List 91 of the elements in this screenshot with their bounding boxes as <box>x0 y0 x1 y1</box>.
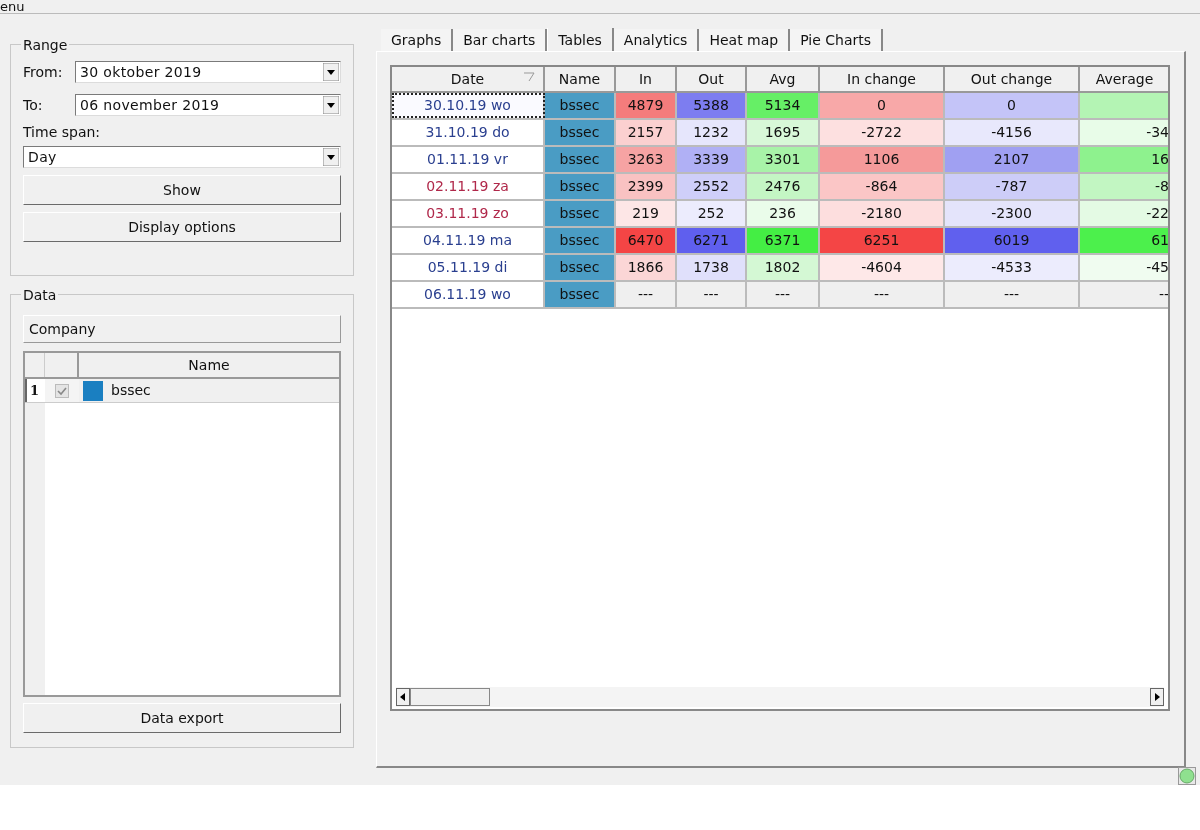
dropdown-arrow-icon[interactable] <box>323 63 339 81</box>
scroll-left-icon[interactable] <box>396 688 410 706</box>
table-cell: 2476 <box>747 174 820 199</box>
table-cell: bssec <box>545 93 616 118</box>
table-cell: 219 <box>616 201 677 226</box>
table-cell: -34 <box>1080 120 1168 145</box>
push-button[interactable]: Data export <box>23 703 341 733</box>
dropdown-arrow-icon[interactable] <box>323 96 339 114</box>
table-cell: 0 <box>945 93 1080 118</box>
dropdown-arrow-icon[interactable] <box>323 148 339 166</box>
sort-icon <box>523 72 535 82</box>
table-cell: 1802 <box>747 255 820 280</box>
table-cell: 6019 <box>945 228 1080 253</box>
push-button[interactable]: Display options <box>23 212 341 242</box>
table-cell: 6251 <box>820 228 945 253</box>
table-cell: --- <box>820 282 945 307</box>
column-header[interactable]: Average <box>1080 67 1168 91</box>
table-cell: -8 <box>1080 174 1168 199</box>
checkbox[interactable] <box>55 383 69 398</box>
to-date-dropdown[interactable]: 06 november 2019 <box>75 94 341 116</box>
table-cell: -45 <box>1080 255 1168 280</box>
column-header[interactable]: Date <box>392 67 545 91</box>
table-cell: 1866 <box>616 255 677 280</box>
table-cell: 6470 <box>616 228 677 253</box>
column-header[interactable]: In change <box>820 67 945 91</box>
table-cell: bssec <box>545 120 616 145</box>
table-cell: -864 <box>820 174 945 199</box>
tab[interactable]: Tables <box>547 28 614 52</box>
table-cell: -4533 <box>945 255 1080 280</box>
table-cell: 252 <box>677 201 747 226</box>
tab[interactable]: Heat map <box>699 29 791 51</box>
table-cell: bssec <box>545 228 616 253</box>
table-cell: -4604 <box>820 255 945 280</box>
column-header[interactable]: Name <box>545 67 616 91</box>
column-header[interactable]: Avg <box>747 67 820 91</box>
table-cell: 2552 <box>677 174 747 199</box>
table-cell: 2107 <box>945 147 1080 172</box>
horizontal-scrollbar[interactable] <box>396 687 1164 707</box>
date-cell[interactable]: 30.10.19 wo <box>392 93 545 118</box>
table-cell: 0 <box>820 93 945 118</box>
table-cell: --- <box>945 282 1080 307</box>
table-cell: 2157 <box>616 120 677 145</box>
table-cell: -787 <box>945 174 1080 199</box>
table-cell: 3339 <box>677 147 747 172</box>
table-cell: -2180 <box>820 201 945 226</box>
table-cell: -2300 <box>945 201 1080 226</box>
time-span-label: Time span: <box>23 123 102 142</box>
table-cell: --- <box>677 282 747 307</box>
company-button[interactable]: Company <box>23 315 341 343</box>
table-cell: bssec <box>545 147 616 172</box>
column-header[interactable]: Out change <box>945 67 1080 91</box>
table-cell: 5388 <box>677 93 747 118</box>
table-cell: bssec <box>545 255 616 280</box>
table-cell: 2399 <box>616 174 677 199</box>
tab[interactable]: Analytics <box>613 29 700 51</box>
table-cell: -2722 <box>820 120 945 145</box>
table-cell: 61 <box>1080 228 1168 253</box>
from-date-dropdown[interactable]: 30 oktober 2019 <box>75 61 341 83</box>
table-cell: 4879 <box>616 93 677 118</box>
time-span-dropdown[interactable]: Day <box>23 146 341 168</box>
company-name: bssec <box>111 381 151 400</box>
tab[interactable]: Pie Charts <box>790 29 884 51</box>
table-cell: -22 <box>1080 201 1168 226</box>
table-cell: 3263 <box>616 147 677 172</box>
tab[interactable]: Graphs <box>381 29 454 51</box>
table-cell: -- <box>1080 282 1168 307</box>
table-cell: 1695 <box>747 120 820 145</box>
from-label: From: <box>23 62 64 82</box>
table-cell: 6271 <box>677 228 747 253</box>
column-header[interactable]: Out <box>677 67 747 91</box>
table-cell: 16 <box>1080 147 1168 172</box>
tab[interactable]: Bar charts <box>453 29 548 51</box>
table-cell: bssec <box>545 174 616 199</box>
table-cell: 1232 <box>677 120 747 145</box>
table-cell: --- <box>616 282 677 307</box>
scrollbar-thumb[interactable] <box>410 688 490 706</box>
table-cell: -4156 <box>945 120 1080 145</box>
to-label: To: <box>23 95 44 115</box>
table-cell: 6371 <box>747 228 820 253</box>
scroll-right-icon[interactable] <box>1150 688 1164 706</box>
table-cell: 5134 <box>747 93 820 118</box>
column-header[interactable]: In <box>616 67 677 91</box>
table-cell: --- <box>747 282 820 307</box>
table-cell: 236 <box>747 201 820 226</box>
menu-item[interactable]: enu <box>0 0 25 13</box>
table-cell: bssec <box>545 201 616 226</box>
table-cell: 3301 <box>747 147 820 172</box>
table-cell: bssec <box>545 282 616 307</box>
table-cell: 1738 <box>677 255 747 280</box>
push-button[interactable]: Show <box>23 175 341 205</box>
table-cell: 1106 <box>820 147 945 172</box>
